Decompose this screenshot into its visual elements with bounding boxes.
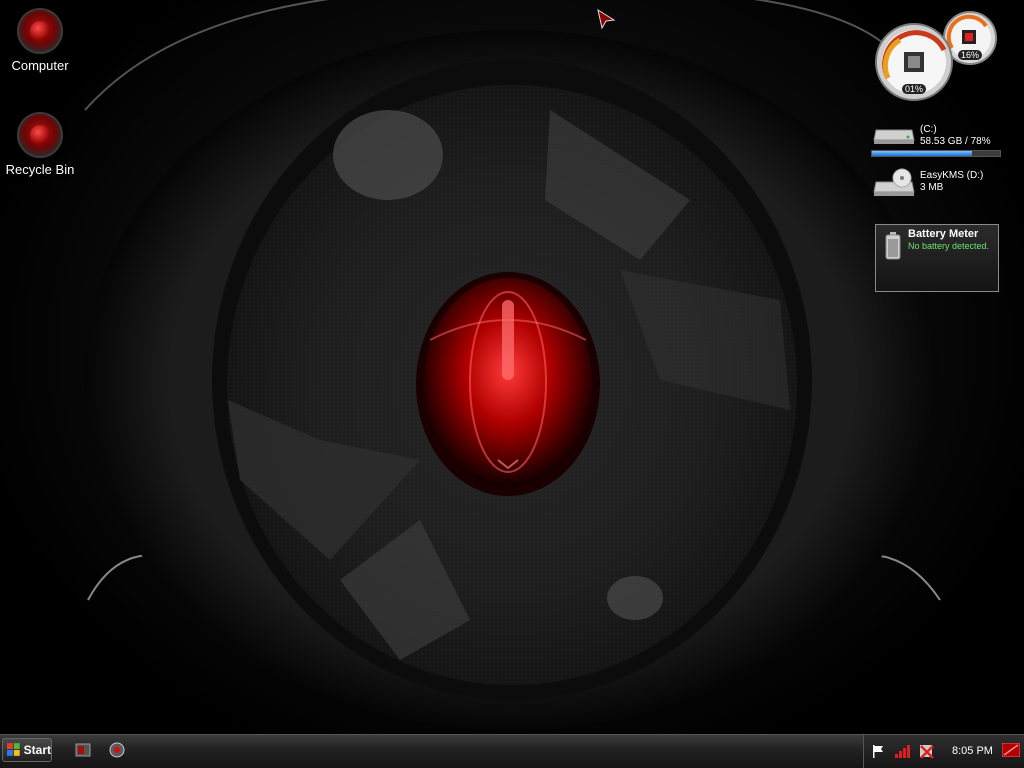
battery-meter-title: Battery Meter [908, 228, 979, 240]
show-desktop-button-icon[interactable] [1002, 743, 1020, 757]
wallpaper [84, 0, 941, 730]
start-button-label: Start [23, 743, 51, 757]
desktop[interactable]: Computer Recycle Bin 01% 16% (C:) 58.53 … [0, 0, 1024, 768]
computer-icon [17, 8, 63, 54]
start-button[interactable]: Start [2, 738, 52, 762]
gauges-graphic [875, 11, 997, 101]
drive-d-size: 3 MB [920, 182, 944, 193]
mouse-cursor-icon [597, 8, 616, 30]
drive-c-name: (C:) [920, 124, 937, 135]
drive-d-name: EasyKMS (D:) [920, 170, 984, 181]
drive-c-usage-bar-fill [872, 151, 972, 156]
drive-d[interactable]: EasyKMS (D:) 3 MB [870, 166, 1002, 212]
desktop-icon-computer[interactable]: Computer [0, 8, 80, 73]
cpu-percent-readout: 01% [902, 84, 927, 94]
taskbar-clock[interactable]: 8:05 PM [952, 745, 993, 757]
action-center-flag-icon[interactable] [870, 743, 886, 759]
battery-icon [885, 232, 901, 260]
windows-logo-icon [7, 743, 20, 756]
recycle-bin-icon [17, 112, 63, 158]
cd-drive-icon [873, 168, 915, 196]
drive-c-usage-bar [871, 150, 1001, 157]
drive-c-usage: 58.53 GB / 78% [920, 136, 991, 147]
system-tray: 8:05 PM [863, 735, 1024, 768]
show-desktop-icon[interactable] [74, 741, 92, 759]
taskbar: Start 8:05 PM [0, 734, 1024, 768]
drives-gadget[interactable]: (C:) 58.53 GB / 78% EasyKMS (D:) 3 MB [870, 120, 1002, 212]
desktop-icon-label: Recycle Bin [5, 162, 75, 177]
cpu-meter-gadget[interactable]: 01% 16% [874, 8, 1002, 102]
battery-status: No battery detected. [908, 241, 990, 251]
drive-c[interactable]: (C:) 58.53 GB / 78% [870, 120, 1002, 166]
hard-drive-icon [873, 129, 915, 144]
desktop-icon-recycle-bin[interactable]: Recycle Bin [0, 112, 80, 177]
volume-muted-icon[interactable] [918, 743, 936, 759]
memory-percent-readout: 16% [958, 50, 983, 60]
media-player-icon[interactable] [108, 741, 126, 759]
battery-meter-gadget[interactable]: Battery Meter No battery detected. [875, 224, 999, 292]
network-signal-icon[interactable] [894, 743, 912, 759]
desktop-icon-label: Computer [11, 58, 69, 73]
